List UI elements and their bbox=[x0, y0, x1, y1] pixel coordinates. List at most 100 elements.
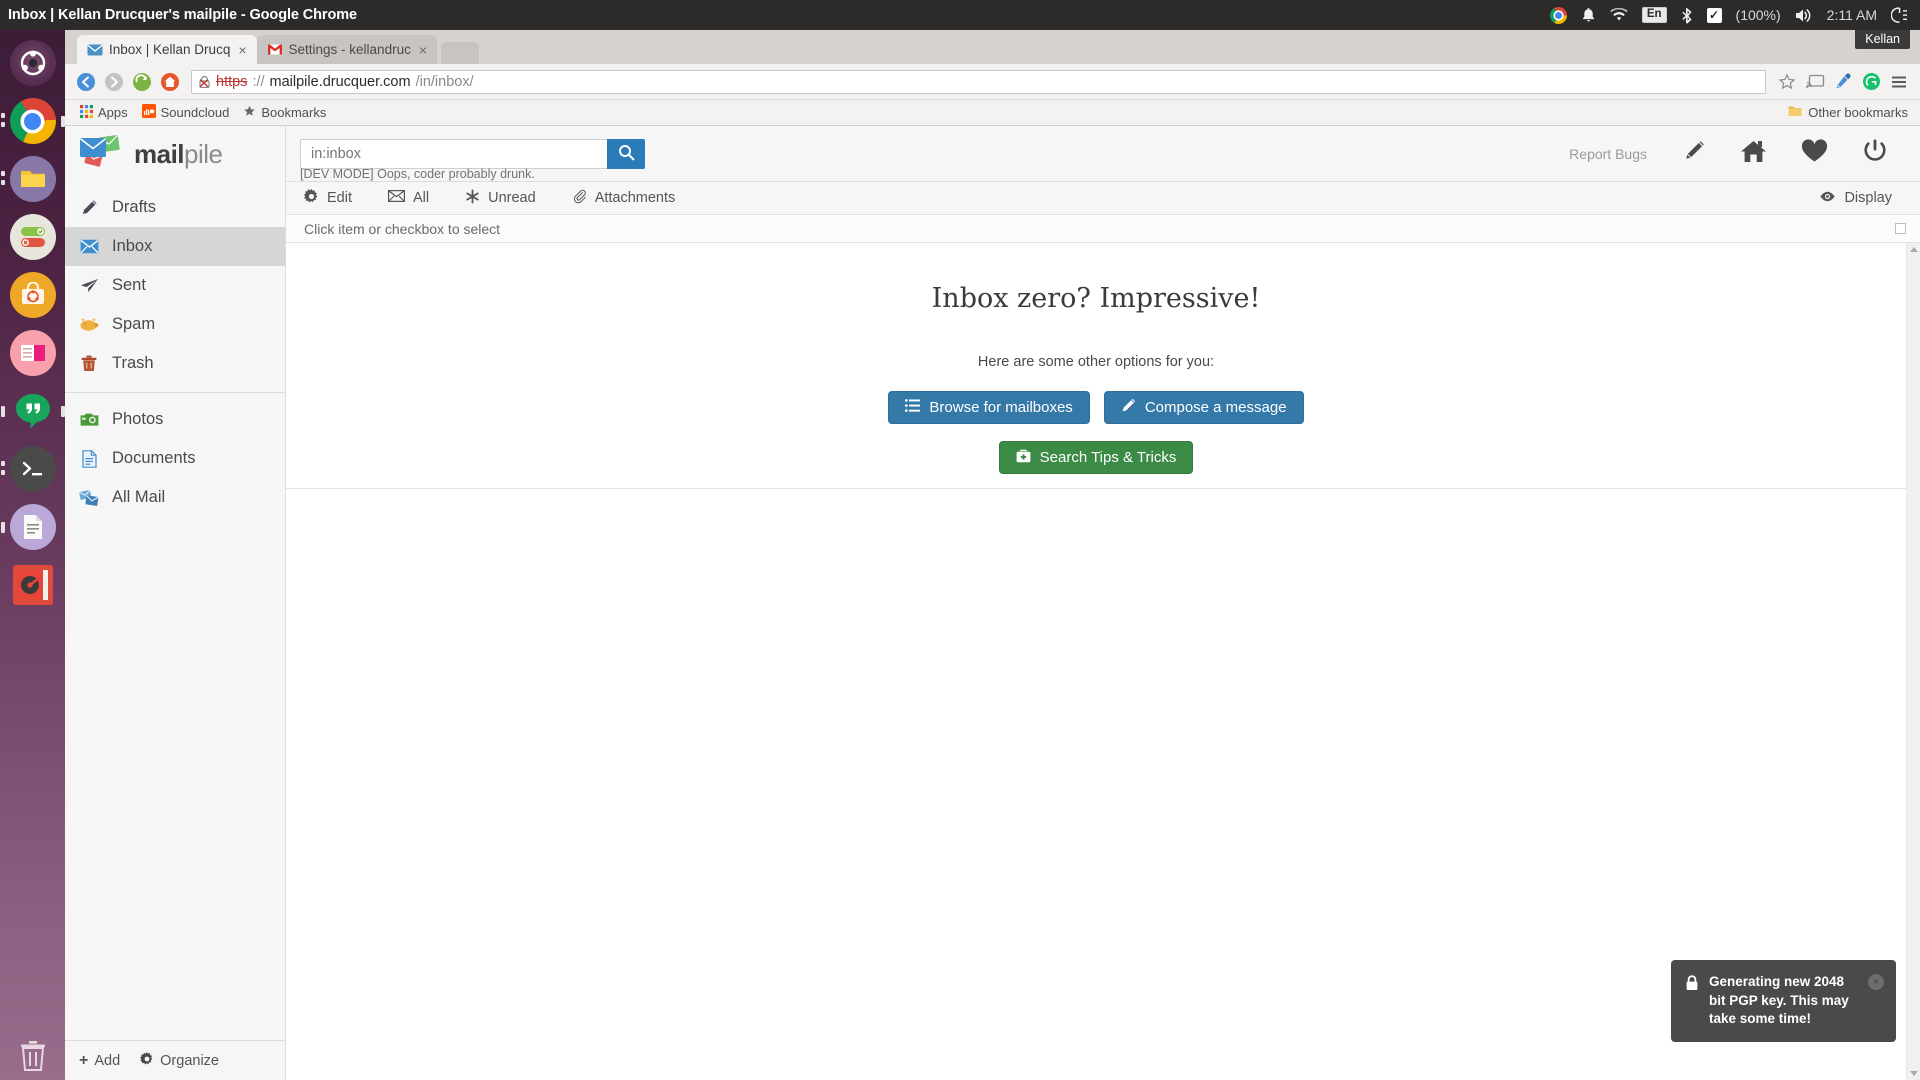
forward-arrow-icon[interactable] bbox=[101, 69, 127, 95]
language-indicator[interactable]: En bbox=[1641, 7, 1667, 23]
toolbar-display-button[interactable]: Display bbox=[1801, 190, 1920, 206]
launcher-item-ubuntu-dash[interactable] bbox=[0, 34, 65, 92]
empty-buttons-row-1: Browse for mailboxes Compose a message bbox=[888, 391, 1304, 424]
launcher-item-hangouts-chat[interactable] bbox=[0, 382, 65, 440]
tab-inbox[interactable]: Inbox | Kellan Drucq × bbox=[77, 35, 257, 64]
logo-pile: pile bbox=[184, 138, 223, 169]
sidebar-item-photos[interactable]: Photos bbox=[65, 400, 285, 439]
report-bugs-link[interactable]: Report Bugs bbox=[1569, 146, 1647, 162]
bookmark-label: Soundcloud bbox=[160, 105, 230, 120]
grammarly-extension-icon[interactable] bbox=[1858, 69, 1884, 95]
sidebar-item-documents[interactable]: Documents bbox=[65, 439, 285, 478]
tab-settings[interactable]: Settings - kellandruc × bbox=[256, 35, 438, 64]
toolbar-unread-button[interactable]: Unread bbox=[447, 189, 554, 208]
mailpile-main: [DEV MODE] Oops, coder probably drunk. R… bbox=[286, 126, 1920, 1080]
apps-grid-icon bbox=[80, 104, 93, 121]
launcher-item-google-chrome[interactable] bbox=[0, 92, 65, 150]
launcher-item-files[interactable] bbox=[0, 150, 65, 208]
search-tips-button[interactable]: Search Tips & Tricks bbox=[998, 441, 1194, 474]
eyedropper-extension-icon[interactable] bbox=[1830, 69, 1856, 95]
bookmark-bookmarks[interactable]: Bookmarks bbox=[236, 103, 333, 123]
button-label: Search Tips & Tricks bbox=[1039, 449, 1177, 466]
volume-icon[interactable] bbox=[1795, 8, 1813, 23]
bookmark-apps[interactable]: Apps bbox=[73, 103, 135, 123]
broken-https-icon[interactable] bbox=[198, 75, 211, 89]
bookmark-star-icon[interactable] bbox=[1774, 69, 1800, 95]
home-icon[interactable] bbox=[1740, 139, 1767, 169]
lock-icon bbox=[1685, 975, 1699, 1028]
page-title: Inbox zero? Impressive! bbox=[931, 283, 1261, 314]
compose-pencil-icon[interactable] bbox=[1681, 139, 1706, 169]
home-icon[interactable] bbox=[157, 69, 183, 95]
url-path: /in/inbox/ bbox=[415, 73, 474, 90]
medkit-icon bbox=[1016, 449, 1031, 467]
reload-icon[interactable] bbox=[129, 69, 155, 95]
content-scrollbar[interactable] bbox=[1906, 243, 1920, 1080]
launcher-item-image-editor[interactable] bbox=[0, 556, 65, 614]
power-menu-icon[interactable] bbox=[1891, 6, 1908, 24]
address-bar[interactable]: https:// mailpile.drucquer.com/in/inbox/ bbox=[191, 69, 1766, 94]
tab-close-button[interactable]: × bbox=[236, 43, 248, 57]
organize-label: Organize bbox=[160, 1052, 219, 1069]
sidebar-item-all-mail[interactable]: All Mail bbox=[65, 478, 285, 517]
pgp-key-toast: Generating new 2048 bit PGP key. This ma… bbox=[1671, 960, 1896, 1042]
launcher-item-text-editor[interactable] bbox=[0, 498, 65, 556]
scroll-down-arrow-icon[interactable] bbox=[1910, 1071, 1918, 1076]
new-tab-button[interactable] bbox=[441, 42, 480, 64]
soundcloud-icon bbox=[141, 104, 156, 121]
toast-close-button[interactable]: × bbox=[1868, 974, 1884, 991]
launcher-item-media-player[interactable] bbox=[0, 324, 65, 382]
bell-icon[interactable] bbox=[1581, 7, 1596, 23]
sidebar-item-label: Documents bbox=[112, 449, 196, 467]
mailpile-logo[interactable]: mailpile bbox=[65, 126, 285, 182]
launcher-item-terminal[interactable] bbox=[0, 440, 65, 498]
launcher-item-system-settings[interactable] bbox=[0, 208, 65, 266]
compose-message-button[interactable]: Compose a message bbox=[1103, 391, 1304, 424]
toolbar-label: Edit bbox=[327, 190, 352, 206]
pencil-icon bbox=[1121, 398, 1136, 417]
sidebar-item-label: Drafts bbox=[112, 198, 157, 216]
url-host: mailpile.drucquer.com bbox=[269, 73, 411, 90]
sidebar-item-sent[interactable]: Sent bbox=[65, 266, 285, 305]
scroll-up-arrow-icon[interactable] bbox=[1910, 247, 1918, 252]
search-icon bbox=[618, 144, 635, 164]
sidebar-item-spam[interactable]: Spam bbox=[65, 305, 285, 344]
sidebar-divider bbox=[65, 392, 285, 393]
organize-button[interactable]: Organize bbox=[140, 1051, 219, 1070]
add-label: Add bbox=[94, 1052, 121, 1069]
toolbar-attachments-button[interactable]: Attachments bbox=[554, 189, 694, 208]
launcher-item-software-center[interactable] bbox=[0, 266, 65, 324]
sidebar-item-label: Sent bbox=[112, 276, 146, 294]
launcher-item-trash[interactable] bbox=[0, 1040, 65, 1072]
heart-icon[interactable] bbox=[1801, 139, 1828, 168]
wifi-icon[interactable] bbox=[1610, 8, 1628, 22]
other-bookmarks-label: Other bookmarks bbox=[1808, 105, 1908, 120]
bookmark-soundcloud[interactable]: Soundcloud bbox=[135, 102, 237, 123]
browse-mailboxes-button[interactable]: Browse for mailboxes bbox=[888, 391, 1090, 424]
tab-close-button[interactable]: × bbox=[417, 43, 429, 57]
bluetooth-icon[interactable] bbox=[1681, 7, 1693, 24]
session-user[interactable]: Kellan bbox=[1855, 30, 1910, 49]
battery-check-icon[interactable]: ✓ bbox=[1706, 7, 1722, 23]
chrome-indicator-icon[interactable] bbox=[1549, 6, 1567, 24]
mailpile-app: mailpile Drafts Inbox Sent Spam Trash Ph… bbox=[65, 126, 1920, 1080]
unity-launcher bbox=[0, 30, 65, 1080]
search-button[interactable] bbox=[607, 138, 645, 169]
power-icon[interactable] bbox=[1862, 138, 1888, 169]
cast-icon[interactable] bbox=[1802, 69, 1828, 95]
star-icon bbox=[243, 105, 256, 121]
sidebar-item-drafts[interactable]: Drafts bbox=[65, 188, 285, 227]
sidebar-item-trash[interactable]: Trash bbox=[65, 344, 285, 383]
toolbar-edit-button[interactable]: Edit bbox=[286, 188, 370, 208]
sidebar-item-inbox[interactable]: Inbox bbox=[65, 227, 285, 266]
clock[interactable]: 2:11 AM bbox=[1827, 8, 1877, 22]
search-input[interactable] bbox=[300, 138, 607, 169]
other-bookmarks-button[interactable]: Other bookmarks bbox=[1788, 105, 1912, 120]
toolbar-label: Attachments bbox=[594, 190, 676, 206]
add-button[interactable]: + Add bbox=[79, 1052, 121, 1069]
back-arrow-icon[interactable] bbox=[73, 69, 99, 95]
chrome-menu-icon[interactable] bbox=[1886, 69, 1912, 95]
battery-percent[interactable]: (100%) bbox=[1736, 8, 1781, 22]
toolbar-all-button[interactable]: All bbox=[370, 190, 447, 206]
select-all-checkbox[interactable] bbox=[1895, 223, 1906, 234]
